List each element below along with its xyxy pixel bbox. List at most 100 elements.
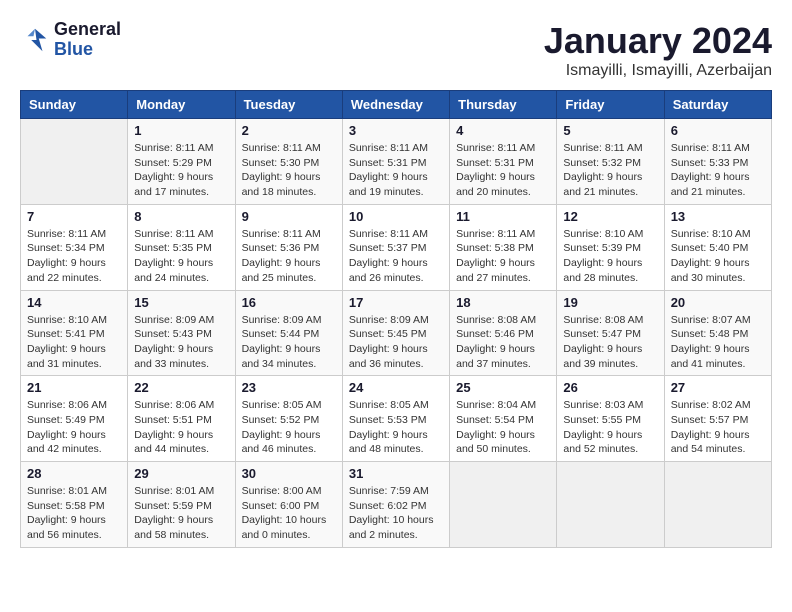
day-number: 24 bbox=[349, 380, 443, 395]
day-number: 23 bbox=[242, 380, 336, 395]
day-number: 30 bbox=[242, 466, 336, 481]
calendar-subtitle: Ismayilli, Ismayilli, Azerbaijan bbox=[544, 62, 772, 80]
weekday-header-cell: Monday bbox=[128, 91, 235, 119]
day-info: Sunrise: 7:59 AMSunset: 6:02 PMDaylight:… bbox=[349, 484, 443, 543]
calendar-day-cell: 9 Sunrise: 8:11 AMSunset: 5:36 PMDaylight… bbox=[235, 204, 342, 290]
day-info: Sunrise: 8:11 AMSunset: 5:35 PMDaylight:… bbox=[134, 227, 228, 286]
day-info: Sunrise: 8:11 AMSunset: 5:29 PMDaylight:… bbox=[134, 141, 228, 200]
day-info: Sunrise: 8:05 AMSunset: 5:53 PMDaylight:… bbox=[349, 398, 443, 457]
calendar-day-cell: 25 Sunrise: 8:04 AMSunset: 5:54 PMDayligh… bbox=[450, 376, 557, 462]
calendar-day-cell bbox=[450, 462, 557, 548]
day-info: Sunrise: 8:08 AMSunset: 5:47 PMDaylight:… bbox=[563, 313, 657, 372]
calendar-day-cell: 12 Sunrise: 8:10 AMSunset: 5:39 PMDayligh… bbox=[557, 204, 664, 290]
day-number: 21 bbox=[27, 380, 121, 395]
day-number: 14 bbox=[27, 295, 121, 310]
logo-text: General Blue bbox=[54, 20, 121, 60]
calendar-week-row: 28 Sunrise: 8:01 AMSunset: 5:58 PMDayligh… bbox=[21, 462, 772, 548]
title-area: January 2024 Ismayilli, Ismayilli, Azerb… bbox=[544, 20, 772, 80]
calendar-day-cell: 31 Sunrise: 7:59 AMSunset: 6:02 PMDayligh… bbox=[342, 462, 449, 548]
calendar-day-cell: 11 Sunrise: 8:11 AMSunset: 5:38 PMDayligh… bbox=[450, 204, 557, 290]
day-number: 16 bbox=[242, 295, 336, 310]
weekday-header-cell: Thursday bbox=[450, 91, 557, 119]
day-number: 12 bbox=[563, 209, 657, 224]
weekday-header-cell: Saturday bbox=[664, 91, 771, 119]
day-info: Sunrise: 8:01 AMSunset: 5:59 PMDaylight:… bbox=[134, 484, 228, 543]
day-info: Sunrise: 8:11 AMSunset: 5:37 PMDaylight:… bbox=[349, 227, 443, 286]
calendar-day-cell: 29 Sunrise: 8:01 AMSunset: 5:59 PMDayligh… bbox=[128, 462, 235, 548]
day-number: 18 bbox=[456, 295, 550, 310]
calendar-day-cell: 6Sunrise: 8:11 AMSunset: 5:33 PMDaylight… bbox=[664, 119, 771, 205]
logo-bird-icon bbox=[20, 25, 50, 55]
calendar-day-cell: 27 Sunrise: 8:02 AMSunset: 5:57 PMDayligh… bbox=[664, 376, 771, 462]
day-number: 3 bbox=[349, 123, 443, 138]
day-info: Sunrise: 8:11 AMSunset: 5:38 PMDaylight:… bbox=[456, 227, 550, 286]
weekday-header-row: SundayMondayTuesdayWednesdayThursdayFrid… bbox=[21, 91, 772, 119]
calendar-day-cell bbox=[664, 462, 771, 548]
day-number: 2 bbox=[242, 123, 336, 138]
calendar-title: January 2024 bbox=[544, 20, 772, 62]
calendar-day-cell: 14 Sunrise: 8:10 AMSunset: 5:41 PMDayligh… bbox=[21, 290, 128, 376]
day-number: 17 bbox=[349, 295, 443, 310]
day-info: Sunrise: 8:00 AMSunset: 6:00 PMDaylight:… bbox=[242, 484, 336, 543]
calendar-day-cell: 19 Sunrise: 8:08 AMSunset: 5:47 PMDayligh… bbox=[557, 290, 664, 376]
day-info: Sunrise: 8:11 AMSunset: 5:36 PMDaylight:… bbox=[242, 227, 336, 286]
calendar-day-cell: 15 Sunrise: 8:09 AMSunset: 5:43 PMDayligh… bbox=[128, 290, 235, 376]
calendar-day-cell: 26Sunrise: 8:03 AMSunset: 5:55 PMDayligh… bbox=[557, 376, 664, 462]
calendar-day-cell: 10 Sunrise: 8:11 AMSunset: 5:37 PMDayligh… bbox=[342, 204, 449, 290]
day-number: 10 bbox=[349, 209, 443, 224]
calendar-day-cell: 22 Sunrise: 8:06 AMSunset: 5:51 PMDayligh… bbox=[128, 376, 235, 462]
day-info: Sunrise: 8:10 AMSunset: 5:41 PMDaylight:… bbox=[27, 313, 121, 372]
day-number: 22 bbox=[134, 380, 228, 395]
calendar-day-cell: 23Sunrise: 8:05 AMSunset: 5:52 PMDayligh… bbox=[235, 376, 342, 462]
day-number: 29 bbox=[134, 466, 228, 481]
day-number: 11 bbox=[456, 209, 550, 224]
day-info: Sunrise: 8:11 AMSunset: 5:32 PMDaylight:… bbox=[563, 141, 657, 200]
calendar-day-cell bbox=[21, 119, 128, 205]
day-number: 7 bbox=[27, 209, 121, 224]
day-info: Sunrise: 8:11 AMSunset: 5:34 PMDaylight:… bbox=[27, 227, 121, 286]
day-info: Sunrise: 8:01 AMSunset: 5:58 PMDaylight:… bbox=[27, 484, 121, 543]
calendar-day-cell: 4Sunrise: 8:11 AMSunset: 5:31 PMDaylight… bbox=[450, 119, 557, 205]
day-number: 8 bbox=[134, 209, 228, 224]
weekday-header-cell: Tuesday bbox=[235, 91, 342, 119]
calendar-day-cell: 5Sunrise: 8:11 AMSunset: 5:32 PMDaylight… bbox=[557, 119, 664, 205]
day-number: 25 bbox=[456, 380, 550, 395]
calendar-day-cell: 24 Sunrise: 8:05 AMSunset: 5:53 PMDayligh… bbox=[342, 376, 449, 462]
weekday-header-cell: Friday bbox=[557, 91, 664, 119]
day-number: 28 bbox=[27, 466, 121, 481]
calendar-day-cell: 20Sunrise: 8:07 AMSunset: 5:48 PMDayligh… bbox=[664, 290, 771, 376]
calendar-day-cell: 3Sunrise: 8:11 AMSunset: 5:31 PMDaylight… bbox=[342, 119, 449, 205]
day-number: 1 bbox=[134, 123, 228, 138]
calendar-day-cell: 8 Sunrise: 8:11 AMSunset: 5:35 PMDaylight… bbox=[128, 204, 235, 290]
day-info: Sunrise: 8:04 AMSunset: 5:54 PMDaylight:… bbox=[456, 398, 550, 457]
calendar-day-cell bbox=[557, 462, 664, 548]
day-info: Sunrise: 8:09 AMSunset: 5:43 PMDaylight:… bbox=[134, 313, 228, 372]
calendar-week-row: 21 Sunrise: 8:06 AMSunset: 5:49 PMDayligh… bbox=[21, 376, 772, 462]
day-number: 19 bbox=[563, 295, 657, 310]
calendar-day-cell: 1 Sunrise: 8:11 AMSunset: 5:29 PMDaylight… bbox=[128, 119, 235, 205]
day-info: Sunrise: 8:11 AMSunset: 5:30 PMDaylight:… bbox=[242, 141, 336, 200]
day-number: 27 bbox=[671, 380, 765, 395]
logo: General Blue bbox=[20, 20, 121, 60]
day-info: Sunrise: 8:11 AMSunset: 5:31 PMDaylight:… bbox=[456, 141, 550, 200]
day-info: Sunrise: 8:02 AMSunset: 5:57 PMDaylight:… bbox=[671, 398, 765, 457]
calendar-day-cell: 13Sunrise: 8:10 AMSunset: 5:40 PMDayligh… bbox=[664, 204, 771, 290]
calendar-day-cell: 28 Sunrise: 8:01 AMSunset: 5:58 PMDayligh… bbox=[21, 462, 128, 548]
day-number: 20 bbox=[671, 295, 765, 310]
day-number: 26 bbox=[563, 380, 657, 395]
day-info: Sunrise: 8:06 AMSunset: 5:49 PMDaylight:… bbox=[27, 398, 121, 457]
day-info: Sunrise: 8:11 AMSunset: 5:33 PMDaylight:… bbox=[671, 141, 765, 200]
day-info: Sunrise: 8:10 AMSunset: 5:39 PMDaylight:… bbox=[563, 227, 657, 286]
header: General Blue January 2024 Ismayilli, Ism… bbox=[20, 20, 772, 80]
day-number: 31 bbox=[349, 466, 443, 481]
calendar-day-cell: 30 Sunrise: 8:00 AMSunset: 6:00 PMDayligh… bbox=[235, 462, 342, 548]
day-number: 9 bbox=[242, 209, 336, 224]
calendar-week-row: 1 Sunrise: 8:11 AMSunset: 5:29 PMDaylight… bbox=[21, 119, 772, 205]
calendar-body: 1 Sunrise: 8:11 AMSunset: 5:29 PMDaylight… bbox=[21, 119, 772, 548]
calendar-day-cell: 2 Sunrise: 8:11 AMSunset: 5:30 PMDaylight… bbox=[235, 119, 342, 205]
calendar-day-cell: 18Sunrise: 8:08 AMSunset: 5:46 PMDayligh… bbox=[450, 290, 557, 376]
day-info: Sunrise: 8:06 AMSunset: 5:51 PMDaylight:… bbox=[134, 398, 228, 457]
day-info: Sunrise: 8:09 AMSunset: 5:44 PMDaylight:… bbox=[242, 313, 336, 372]
day-number: 15 bbox=[134, 295, 228, 310]
calendar-week-row: 7 Sunrise: 8:11 AMSunset: 5:34 PMDaylight… bbox=[21, 204, 772, 290]
